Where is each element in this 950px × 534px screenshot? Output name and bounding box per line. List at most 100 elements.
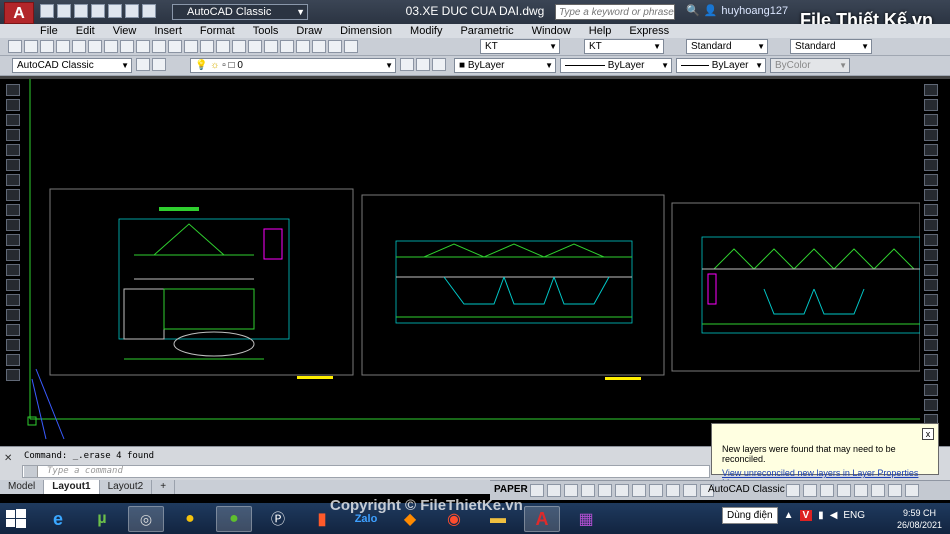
vietkey-icon[interactable]: V bbox=[799, 510, 813, 521]
design-center-icon[interactable] bbox=[280, 40, 294, 53]
winrar-icon[interactable]: ▦ bbox=[568, 506, 604, 532]
polygon-icon[interactable] bbox=[6, 129, 20, 141]
stretch-icon[interactable] bbox=[924, 204, 938, 216]
make-block-icon[interactable] bbox=[6, 264, 20, 276]
menu-item-tools[interactable]: Tools bbox=[253, 24, 279, 38]
fillet-icon[interactable] bbox=[924, 294, 938, 306]
chrome-icon[interactable]: ● bbox=[172, 506, 208, 532]
copy-icon[interactable] bbox=[120, 40, 134, 53]
spline-icon[interactable] bbox=[6, 204, 20, 216]
rotate-icon[interactable] bbox=[924, 174, 938, 186]
network-icon[interactable]: ▮ bbox=[818, 510, 824, 521]
drawing-canvas[interactable] bbox=[24, 79, 921, 443]
construction-line-icon[interactable] bbox=[6, 99, 20, 111]
polar-icon[interactable] bbox=[547, 484, 561, 497]
arc-icon[interactable] bbox=[6, 159, 20, 171]
clean-screen-icon[interactable] bbox=[837, 484, 851, 497]
align-icon[interactable] bbox=[924, 354, 938, 366]
utorrent-icon[interactable]: µ bbox=[84, 506, 120, 532]
match-properties-icon[interactable] bbox=[152, 40, 166, 53]
lineweight-icon[interactable] bbox=[615, 484, 629, 497]
unikey-icon[interactable]: ◉ bbox=[436, 506, 472, 532]
insert-block-icon[interactable] bbox=[6, 249, 20, 261]
redo-icon[interactable] bbox=[142, 4, 156, 18]
text-style-select[interactable]: KT ▼ bbox=[480, 39, 560, 54]
drawing-sheet-2[interactable] bbox=[361, 194, 665, 380]
isolate-objects-icon[interactable] bbox=[803, 484, 817, 497]
open-icon[interactable] bbox=[57, 4, 71, 18]
search-input[interactable]: Type a keyword or phrase bbox=[555, 4, 675, 20]
menu-item-file[interactable]: File bbox=[40, 24, 58, 38]
cut-icon[interactable] bbox=[104, 40, 118, 53]
application-menu-button[interactable]: A bbox=[4, 2, 34, 24]
add-layout-button[interactable]: + bbox=[152, 480, 176, 494]
workspace-selector[interactable]: AutoCAD Classic ▼ bbox=[172, 4, 308, 20]
foxit-pdf-icon[interactable]: ◆ bbox=[392, 506, 428, 532]
menu-item-draw[interactable]: Draw bbox=[296, 24, 322, 38]
break-icon[interactable] bbox=[924, 249, 938, 261]
region-icon[interactable] bbox=[6, 324, 20, 336]
rectangle-icon[interactable] bbox=[6, 144, 20, 156]
scale-icon[interactable] bbox=[924, 189, 938, 201]
table-style-select[interactable]: Standard ▼ bbox=[686, 39, 768, 54]
undo-icon[interactable] bbox=[125, 4, 139, 18]
layer-states-icon[interactable] bbox=[432, 58, 446, 71]
tab-layout2[interactable]: Layout2 bbox=[100, 480, 153, 494]
make-current-icon[interactable] bbox=[400, 58, 414, 71]
binoculars-icon[interactable]: 🔍 bbox=[686, 4, 700, 17]
print-icon[interactable] bbox=[108, 4, 122, 18]
autocad-taskbar-icon[interactable]: A bbox=[524, 506, 560, 532]
open-file-icon[interactable] bbox=[24, 40, 38, 53]
osnap-icon[interactable] bbox=[598, 484, 612, 497]
object-tracking-icon[interactable] bbox=[581, 484, 595, 497]
command-input[interactable]: Type a command bbox=[22, 465, 710, 478]
workspace-toolbar-select[interactable]: AutoCAD Classic ▼ bbox=[12, 58, 132, 73]
power-status[interactable]: Dùng điện bbox=[722, 507, 778, 524]
revision-cloud-icon[interactable] bbox=[6, 189, 20, 201]
volume-icon[interactable]: ◀ bbox=[830, 510, 838, 521]
zoom-previous-icon[interactable] bbox=[248, 40, 262, 53]
zoom-window-icon[interactable] bbox=[232, 40, 246, 53]
layer-properties-icon[interactable] bbox=[152, 58, 166, 71]
layer-select[interactable]: 💡 ☼ ▫ □ 0 ▼ bbox=[190, 58, 396, 73]
paste-icon[interactable] bbox=[136, 40, 150, 53]
zalo-icon[interactable]: Zalo bbox=[348, 506, 384, 532]
new-icon[interactable] bbox=[40, 4, 54, 18]
erase-icon[interactable] bbox=[924, 84, 938, 96]
gradient-icon[interactable] bbox=[6, 309, 20, 321]
close-icon[interactable]: x bbox=[922, 428, 934, 440]
menu-item-edit[interactable]: Edit bbox=[76, 24, 95, 38]
command-icon[interactable] bbox=[24, 466, 38, 477]
undo-tool-icon[interactable] bbox=[168, 40, 182, 53]
array-icon[interactable] bbox=[924, 144, 938, 156]
hardware-tool-icon[interactable]: ◎ bbox=[128, 506, 164, 532]
publish-icon[interactable] bbox=[88, 40, 102, 53]
tab-model[interactable]: Model bbox=[0, 480, 45, 494]
calculator-icon[interactable] bbox=[344, 40, 358, 53]
chamfer-icon[interactable] bbox=[924, 279, 938, 291]
menu-item-view[interactable]: View bbox=[113, 24, 137, 38]
mleader-style-select[interactable]: Standard ▼ bbox=[790, 39, 872, 54]
mirror-icon[interactable] bbox=[924, 114, 938, 126]
space-toggle[interactable]: PAPER bbox=[494, 484, 528, 495]
menu-icon[interactable] bbox=[905, 484, 919, 497]
save-file-icon[interactable] bbox=[40, 40, 54, 53]
markup-icon[interactable] bbox=[328, 40, 342, 53]
tab-layout1[interactable]: Layout1 bbox=[44, 480, 100, 494]
explode-icon[interactable] bbox=[924, 309, 938, 321]
move-icon[interactable] bbox=[924, 159, 938, 171]
menu-item-window[interactable]: Window bbox=[532, 24, 571, 38]
customization-icon[interactable] bbox=[888, 484, 902, 497]
hardware-acceleration-icon[interactable] bbox=[820, 484, 834, 497]
tool-palettes-icon[interactable] bbox=[296, 40, 310, 53]
annotation-monitor-icon[interactable] bbox=[666, 484, 680, 497]
menu-item-format[interactable]: Format bbox=[200, 24, 235, 38]
drawing-sheet-3[interactable] bbox=[671, 202, 921, 372]
language-indicator[interactable]: ENG bbox=[843, 510, 865, 521]
hatch-icon[interactable] bbox=[6, 294, 20, 306]
copy-object-icon[interactable] bbox=[924, 99, 938, 111]
save-icon[interactable] bbox=[74, 4, 88, 18]
sheet-set-icon[interactable] bbox=[312, 40, 326, 53]
menu-item-parametric[interactable]: Parametric bbox=[460, 24, 513, 38]
coccoc-icon[interactable]: ● bbox=[216, 506, 252, 532]
